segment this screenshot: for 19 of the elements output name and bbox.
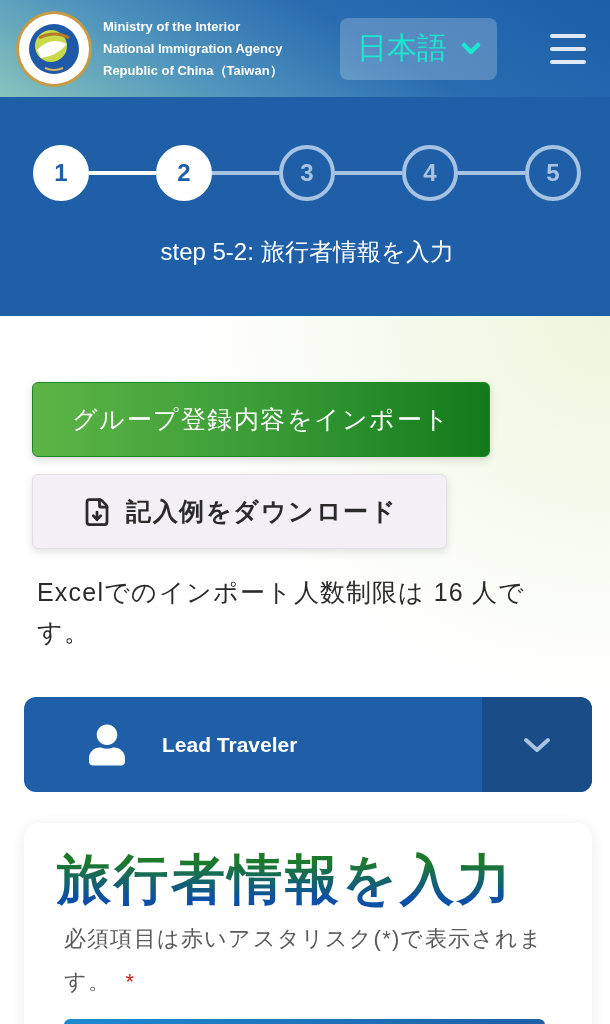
download-sample-button[interactable]: 記入例をダウンロード [32, 474, 447, 549]
required-fields-note: 必須項目は赤いアスタリスク(*)で表示されます。 * [64, 925, 545, 996]
agency-name-line: National Immigration Agency [103, 40, 284, 57]
step-indicator: 4 [402, 145, 458, 201]
step-indicator: 1 [33, 145, 89, 201]
step-indicator: 5 [525, 145, 581, 201]
agency-name-line: Republic of China（Taiwan） [103, 62, 284, 79]
import-limit-note: Excelでのインポート人数制限は 16 人です。 [37, 577, 527, 648]
expand-toggle[interactable] [482, 697, 592, 792]
user-icon [89, 723, 125, 766]
step-indicator: 3 [279, 145, 335, 201]
traveler-accordion-header[interactable]: Lead Traveler [24, 697, 592, 792]
menu-icon [550, 33, 586, 64]
step-caption: step 5-2: 旅行者情報を入力 [159, 237, 455, 267]
menu-button[interactable] [550, 33, 586, 64]
step-indicator: 2 [156, 145, 212, 201]
agency-name-line: Ministry of the Interior [103, 18, 242, 35]
chevron-icon [460, 42, 481, 55]
traveler-title: Lead Traveler [162, 732, 299, 757]
